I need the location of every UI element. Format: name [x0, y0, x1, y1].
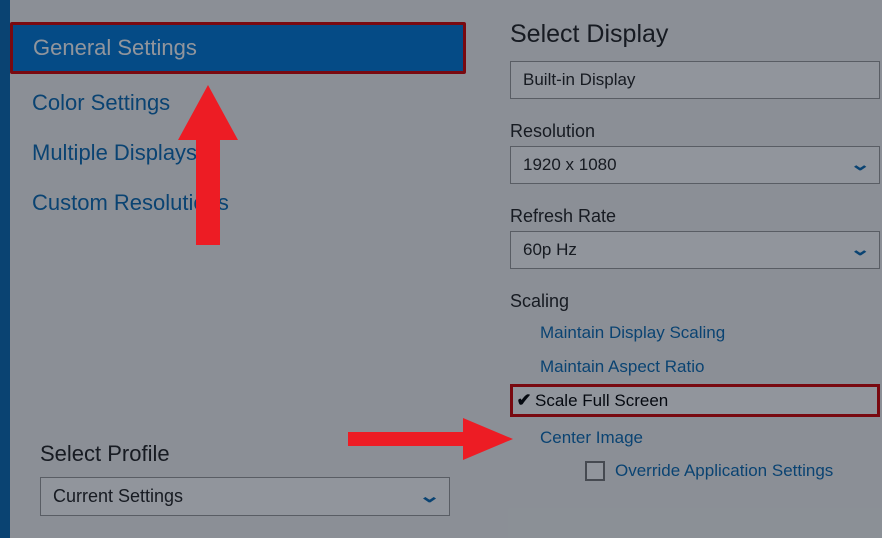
sidebar-item-custom-resolutions[interactable]: Custom Resolutions [10, 178, 466, 228]
sidebar-item-color-settings[interactable]: Color Settings [10, 78, 466, 128]
override-app-settings[interactable]: Override Application Settings [540, 455, 882, 487]
sidebar-item-label: Custom Resolutions [32, 190, 229, 215]
scaling-option-scale-full-screen[interactable]: ✔ Scale Full Screen [510, 384, 880, 417]
resolution-value: 1920 x 1080 [523, 155, 617, 175]
chevron-down-icon: ⌄ [418, 486, 441, 507]
override-label: Override Application Settings [615, 461, 833, 481]
refresh-label: Refresh Rate [510, 206, 882, 227]
sidebar: General Settings Color Settings Multiple… [0, 0, 466, 538]
profile-dropdown[interactable]: Current Settings ⌄ [40, 477, 450, 516]
resolution-label: Resolution [510, 121, 882, 142]
checkbox-icon [585, 461, 605, 481]
scaling-option-center-image[interactable]: Center Image [540, 421, 882, 455]
display-value: Built-in Display [523, 70, 635, 90]
scaling-label: Scaling [510, 291, 882, 312]
sidebar-item-multiple-displays[interactable]: Multiple Displays [10, 128, 466, 178]
chevron-down-icon: ⌄ [849, 240, 870, 260]
sidebar-item-label: Color Settings [32, 90, 170, 115]
chevron-down-icon: ⌄ [849, 155, 870, 175]
select-display-title: Select Display [510, 20, 882, 49]
scaling-option-maintain-aspect[interactable]: Maintain Aspect Ratio [540, 350, 882, 384]
resolution-dropdown[interactable]: 1920 x 1080 ⌄ [510, 146, 880, 184]
display-dropdown[interactable]: Built-in Display [510, 61, 880, 99]
main-panel: Select Display Built-in Display Resoluti… [466, 0, 882, 538]
profile-value: Current Settings [53, 486, 183, 507]
scaling-option-maintain-display[interactable]: Maintain Display Scaling [540, 316, 882, 350]
sidebar-item-label: Multiple Displays [32, 140, 197, 165]
sidebar-item-general-settings[interactable]: General Settings [10, 22, 466, 74]
sidebar-item-label: General Settings [33, 35, 197, 60]
checkmark-icon: ✔ [513, 390, 535, 411]
refresh-dropdown[interactable]: 60p Hz ⌄ [510, 231, 880, 269]
select-profile-label: Select Profile [40, 441, 446, 467]
refresh-value: 60p Hz [523, 240, 577, 260]
profile-section: Select Profile Current Settings ⌄ [40, 441, 446, 516]
